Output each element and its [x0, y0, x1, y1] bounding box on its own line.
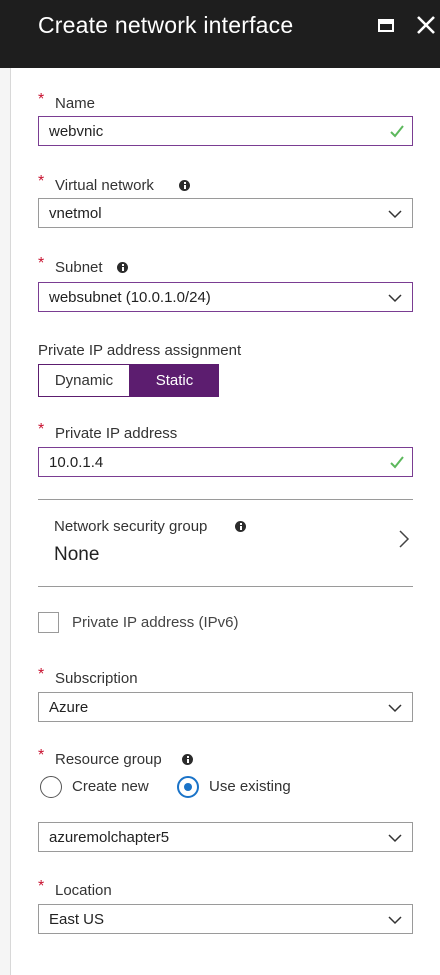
- info-icon[interactable]: [182, 754, 193, 765]
- use-existing-radio[interactable]: [177, 776, 199, 798]
- create-new-radio[interactable]: [40, 776, 62, 798]
- name-label: Name: [55, 95, 96, 112]
- required-star: *: [38, 91, 45, 108]
- subnet-select[interactable]: websubnet (10.0.1.0/24): [38, 282, 413, 312]
- info-icon[interactable]: [179, 180, 190, 191]
- chevron-down-icon: [388, 834, 402, 843]
- ipv6-label: Private IP address (IPv6): [72, 614, 239, 631]
- divider: [38, 586, 413, 587]
- info-icon[interactable]: [235, 521, 246, 532]
- chevron-right-icon[interactable]: [397, 528, 411, 550]
- create-new-label: Create new: [72, 778, 149, 795]
- resource-group-select[interactable]: azuremolchapter5: [38, 822, 413, 852]
- resource-group-value: azuremolchapter5: [49, 829, 170, 846]
- required-star: *: [38, 747, 45, 764]
- subscription-value: Azure: [49, 699, 89, 716]
- use-existing-label: Use existing: [209, 778, 291, 795]
- dynamic-toggle[interactable]: Dynamic: [38, 364, 130, 397]
- virtual-network-value: vnetmol: [49, 205, 102, 222]
- location-select[interactable]: East US: [38, 904, 413, 934]
- left-edge: [0, 68, 11, 975]
- subnet-label: Subnet: [55, 259, 103, 276]
- nsg-row[interactable]: [38, 500, 413, 586]
- required-star: *: [38, 421, 45, 438]
- required-star: *: [38, 173, 45, 190]
- chevron-down-icon: [388, 294, 402, 303]
- required-star: *: [38, 878, 45, 895]
- ipv6-checkbox[interactable]: [38, 612, 59, 633]
- chevron-down-icon: [388, 704, 402, 713]
- resource-group-label: Resource group: [55, 751, 162, 768]
- name-value: webvnic: [49, 123, 104, 140]
- info-icon[interactable]: [117, 262, 128, 273]
- private-ip-label: Private IP address: [55, 425, 178, 442]
- maximize-icon[interactable]: [378, 19, 394, 32]
- subscription-label: Subscription: [55, 670, 138, 687]
- location-value: East US: [49, 911, 105, 928]
- nsg-value: None: [54, 544, 100, 565]
- chevron-down-icon: [388, 210, 402, 219]
- check-icon: [390, 125, 404, 138]
- location-label: Location: [55, 882, 112, 899]
- close-icon[interactable]: [413, 12, 439, 38]
- blade-title: Create network interface: [38, 12, 294, 38]
- required-star: *: [38, 666, 45, 683]
- name-field[interactable]: webvnic: [38, 116, 413, 146]
- subscription-select[interactable]: Azure: [38, 692, 413, 722]
- virtual-network-select[interactable]: vnetmol: [38, 198, 413, 228]
- static-toggle[interactable]: Static: [130, 364, 219, 397]
- private-ip-field[interactable]: 10.0.1.4: [38, 447, 413, 477]
- nsg-label: Network security group: [54, 518, 208, 535]
- chevron-down-icon: [388, 916, 402, 925]
- blade-header: Create network interface: [0, 0, 440, 68]
- subnet-value: websubnet (10.0.1.0/24): [49, 289, 211, 306]
- required-star: *: [38, 255, 45, 272]
- private-ip-value: 10.0.1.4: [49, 454, 104, 471]
- virtual-network-label: Virtual network: [55, 177, 154, 194]
- ip-assignment-label: Private IP address assignment: [38, 342, 242, 359]
- check-icon: [390, 456, 404, 469]
